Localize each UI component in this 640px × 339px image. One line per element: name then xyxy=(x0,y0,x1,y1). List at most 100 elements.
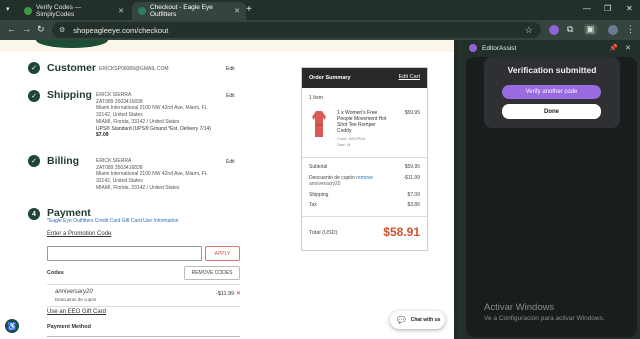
menu-dots-icon[interactable]: ⋮ xyxy=(626,24,635,35)
shipping-label: Shipping xyxy=(309,192,329,198)
promo-code-link[interactable]: Enter a Promotion Code xyxy=(47,231,111,237)
applied-code-description: Descuento de cupón xyxy=(55,297,97,302)
product-price: $59.95 xyxy=(404,110,420,116)
brand-header-shape xyxy=(36,40,108,48)
close-tab-icon[interactable]: ✕ xyxy=(118,7,124,15)
shipping-value: $7.09 xyxy=(407,192,420,198)
done-button[interactable]: Done xyxy=(502,104,601,119)
browser-toolbar: ← → ↻ ⚙ shopeagleeye.com/checkout ☆ ⧉ ▣ … xyxy=(0,20,640,40)
edit-cart-link[interactable]: Edit Cart xyxy=(399,74,420,80)
customer-email: ERICKSP06089@GMAIL.COM xyxy=(99,66,169,72)
verification-popup: Verification submitted Verify another co… xyxy=(484,57,620,128)
tab-verify-codes[interactable]: Verify Codes — SimplyCodes ✕ xyxy=(18,2,130,20)
tab-checkout[interactable]: Checkout - Eagle Eye Outfitters ✕ xyxy=(132,2,246,20)
payment-step-badge: 4 xyxy=(28,208,40,220)
windows-activation-title: Activar Windows xyxy=(484,302,555,313)
payment-method-box-top xyxy=(47,336,240,337)
billing-address: ERICK SIERRA ZAT089 3503416838 Miami Int… xyxy=(96,158,207,192)
extension-side-panel: EditorAssist 📌 ✕ Verification submitted … xyxy=(457,40,640,339)
codes-label: Codes xyxy=(47,270,64,276)
applied-code-name: anniversary20 xyxy=(55,289,93,295)
order-summary: Order Summary Edit Cart 1 Item 1 x Women… xyxy=(301,67,428,251)
remove-code-x-icon[interactable]: ✕ xyxy=(236,290,241,297)
url-text: shopeagleeye.com/checkout xyxy=(73,25,169,35)
total-value: $58.91 xyxy=(383,225,420,239)
side-panel-icon[interactable]: ▣ xyxy=(584,24,597,35)
address-line: MIAMI, Florida, 33142 / United States xyxy=(96,118,180,125)
shipping-price: $7.09 xyxy=(96,132,109,139)
accessibility-icon[interactable]: ♿ xyxy=(5,319,19,333)
tax-label: Tax xyxy=(309,202,317,208)
shipping-edit-link[interactable]: Edit xyxy=(226,93,235,99)
header-strip xyxy=(0,40,454,52)
chat-widget-button[interactable]: 💬 Chat with us xyxy=(390,311,445,329)
applied-code-amount: -$11.99 xyxy=(216,291,235,297)
billing-edit-link[interactable]: Edit xyxy=(226,159,235,165)
gift-card-info-link[interactable]: *Eagle Eye Outfitters Credit Card Gift C… xyxy=(47,218,178,224)
address-line: MIAMI, Florida, 33142 / United States xyxy=(96,184,180,191)
close-panel-icon[interactable]: ✕ xyxy=(625,44,631,52)
divider xyxy=(302,157,427,158)
remove-codes-button[interactable]: REMOVE CODES xyxy=(184,266,240,280)
payment-method-label: Payment Method xyxy=(47,324,92,330)
product-image xyxy=(312,111,326,137)
remove-coupon-link[interactable]: remove xyxy=(356,175,373,181)
browser-tab-bar: ▾ Verify Codes — SimplyCodes ✕ Checkout … xyxy=(0,0,640,20)
address-line: Miami International 2100 NW 42nd Ave, Mi… xyxy=(96,105,208,112)
address-line: ZAT089 3503416838 xyxy=(96,164,143,171)
address-bar[interactable]: ⚙ shopeagleeye.com/checkout ☆ xyxy=(52,22,541,38)
checkout-page: ✓ Customer ERICKSP06089@GMAIL.COM Edit ✓… xyxy=(0,40,454,339)
tab-search-icon[interactable]: ▾ xyxy=(6,5,10,13)
divider xyxy=(302,216,427,217)
minimize-icon[interactable]: — xyxy=(583,4,591,13)
shipping-title: Shipping xyxy=(47,89,92,101)
simplycodes-favicon-icon xyxy=(24,7,32,15)
gift-card-link[interactable]: Use an EEO Gift Card xyxy=(47,309,106,315)
editorassist-logo-icon xyxy=(469,44,477,52)
address-line: 33142, United States xyxy=(96,112,143,119)
customer-title: Customer xyxy=(47,62,97,74)
divider xyxy=(47,306,240,307)
product-size: Size: M xyxy=(337,142,351,147)
apply-button[interactable]: APPLY xyxy=(205,246,240,261)
maximize-icon[interactable]: ❐ xyxy=(604,4,611,13)
order-summary-header: Order Summary Edit Cart xyxy=(302,68,427,88)
back-arrow-icon[interactable]: ← xyxy=(7,24,16,34)
chat-bubble-icon: 💬 xyxy=(397,317,406,324)
extensions-puzzle-icon[interactable]: ⧉ xyxy=(567,24,573,35)
product-name: 1 x Women's Free People Movement Hot Sho… xyxy=(337,110,386,134)
billing-title: Billing xyxy=(47,155,80,167)
customer-check-icon: ✓ xyxy=(28,62,40,74)
product-name-line: Coddy xyxy=(337,128,352,134)
tax-value: $3.86 xyxy=(407,202,420,208)
subtotal-value: $59.95 xyxy=(404,164,420,170)
customer-edit-link[interactable]: Edit xyxy=(226,66,235,72)
close-tab-icon[interactable]: ✕ xyxy=(234,7,240,15)
windows-activation-subtitle: Ve a Configuración para activar Windows. xyxy=(484,315,605,322)
side-panel-title: EditorAssist xyxy=(482,44,517,52)
billing-check-icon: ✓ xyxy=(28,155,40,167)
total-label: Total (USD) xyxy=(309,230,338,236)
profile-avatar[interactable] xyxy=(608,25,618,35)
subtotal-label: Subtotal xyxy=(309,164,328,170)
verify-another-code-button[interactable]: Verify another code xyxy=(502,85,601,99)
popup-title: Verification submitted xyxy=(507,65,597,75)
bookmark-star-icon[interactable]: ☆ xyxy=(525,25,533,36)
order-summary-title: Order Summary xyxy=(309,75,351,81)
promo-code-input[interactable] xyxy=(47,246,202,261)
shipping-address: ERICK SIERRA ZAT089 3503416838 Miami Int… xyxy=(96,92,211,139)
tab-title: Verify Codes — SimplyCodes xyxy=(36,4,82,18)
new-tab-icon[interactable]: + xyxy=(246,4,252,15)
reload-icon[interactable]: ↻ xyxy=(37,24,45,35)
shipping-method: UPS® Standard (UPS® Ground *Est. Deliver… xyxy=(96,125,211,132)
address-line: Miami International 2100 NW 42nd Ave, Mi… xyxy=(96,171,208,178)
editorassist-extension-icon[interactable] xyxy=(549,25,559,35)
coupon-value: -$11.99 xyxy=(403,175,420,181)
address-line: ERICK SIERRA xyxy=(96,158,132,164)
site-info-icon[interactable]: ⚙ xyxy=(59,26,65,34)
coupon-code: anniversary20 xyxy=(309,181,341,187)
forward-arrow-icon[interactable]: → xyxy=(22,24,31,34)
pin-icon[interactable]: 📌 xyxy=(609,44,618,52)
eagle-eye-favicon-icon xyxy=(138,7,146,15)
close-window-icon[interactable]: ✕ xyxy=(626,4,633,13)
